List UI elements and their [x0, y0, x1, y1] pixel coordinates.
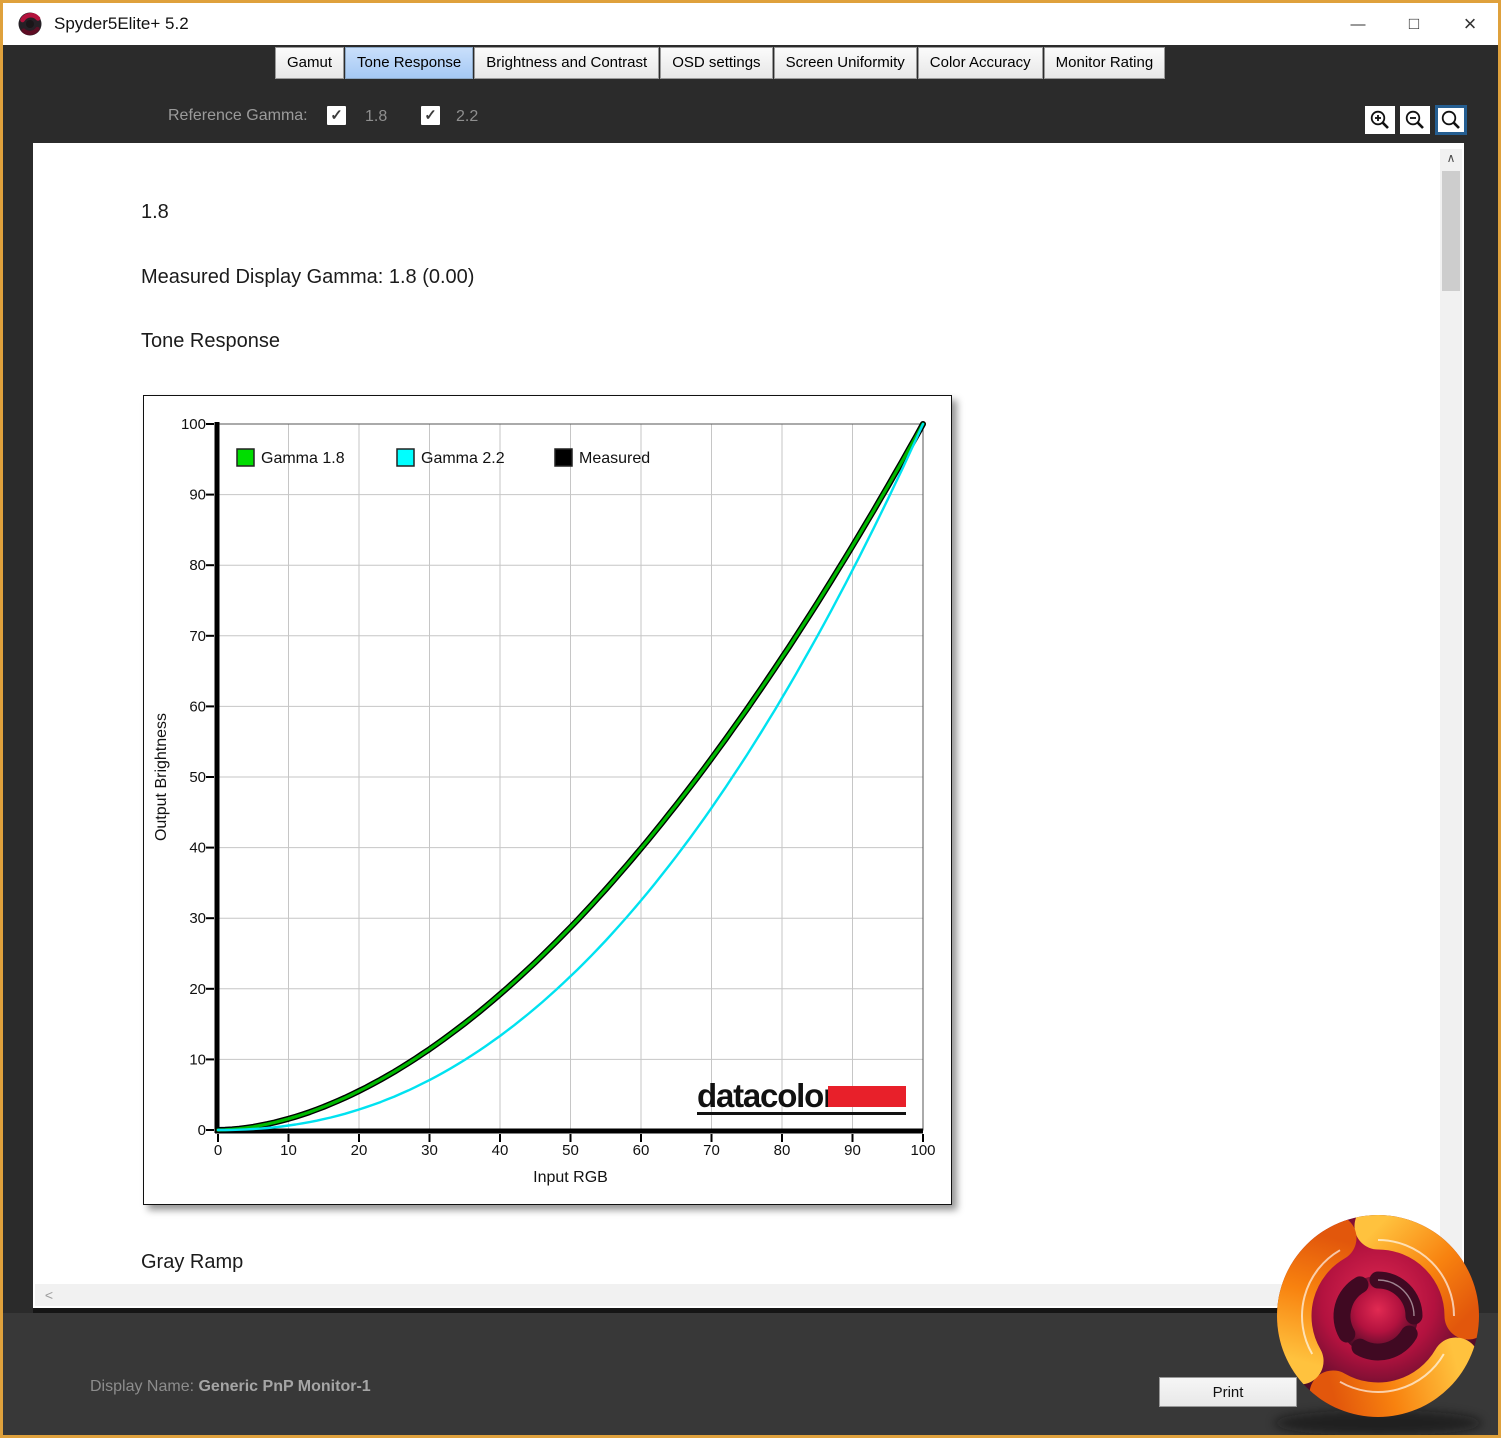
report-panel: 1.8 Measured Display Gamma: 1.8 (0.00) T…	[33, 143, 1464, 1308]
svg-text:60: 60	[633, 1142, 650, 1159]
tab-screen-uniformity[interactable]: Screen Uniformity	[773, 47, 917, 79]
vertical-scrollbar-thumb[interactable]	[1442, 171, 1460, 291]
svg-text:Input RGB: Input RGB	[533, 1169, 608, 1186]
svg-text:Gamma 1.8: Gamma 1.8	[261, 450, 345, 467]
scroll-left-icon[interactable]: <	[39, 1284, 59, 1306]
svg-text:80: 80	[774, 1142, 791, 1159]
svg-text:Output Brightness: Output Brightness	[153, 713, 170, 841]
vertical-scrollbar[interactable]: ∧ ∨	[1440, 149, 1462, 1281]
zoom-reset-icon	[1441, 110, 1460, 129]
svg-text:0: 0	[214, 1142, 222, 1159]
zoom-out-icon	[1405, 110, 1424, 129]
svg-text:100: 100	[910, 1142, 935, 1159]
svg-text:100: 100	[181, 416, 206, 433]
display-name-label: Display Name:	[90, 1378, 195, 1395]
datacolor-sphere-logo	[1274, 1215, 1482, 1436]
tab-bar: Gamut Tone Response Brightness and Contr…	[275, 47, 1166, 79]
tab-monitor-rating[interactable]: Monitor Rating	[1043, 47, 1166, 79]
gamma-1-8-checkbox-label: 1.8	[365, 108, 388, 125]
tab-gamut[interactable]: Gamut	[275, 47, 345, 79]
zoom-reset-button[interactable]	[1435, 105, 1467, 135]
display-name: Display Name: Generic PnP Monitor-1	[90, 1378, 371, 1396]
svg-text:Gamma 2.2: Gamma 2.2	[421, 450, 505, 467]
scroll-up-icon[interactable]: ∧	[1440, 149, 1462, 167]
svg-text:90: 90	[189, 487, 206, 504]
gamma-2-2-checkbox-label: 2.2	[456, 108, 479, 125]
tab-osd-settings[interactable]: OSD settings	[660, 47, 773, 79]
tab-tone-response[interactable]: Tone Response	[345, 47, 474, 79]
svg-text:0: 0	[198, 1122, 206, 1139]
svg-text:10: 10	[189, 1051, 206, 1068]
svg-text:20: 20	[189, 981, 206, 998]
svg-text:20: 20	[351, 1142, 368, 1159]
gamma-value-heading: 1.8	[141, 201, 169, 223]
svg-text:70: 70	[703, 1142, 720, 1159]
svg-text:70: 70	[189, 628, 206, 645]
panel-bottom-edge	[33, 1308, 1464, 1313]
svg-text:60: 60	[189, 698, 206, 715]
tone-response-title: Tone Response	[141, 330, 280, 352]
close-button[interactable]: ×	[1442, 3, 1498, 45]
horizontal-scrollbar[interactable]: < >	[35, 1284, 1437, 1306]
svg-text:40: 40	[189, 840, 206, 857]
gamma-1-8-checkbox[interactable]: ✓	[327, 106, 346, 125]
measured-gamma-text: Measured Display Gamma: 1.8 (0.00)	[141, 266, 475, 288]
svg-text:50: 50	[562, 1142, 579, 1159]
window-controls: — □ ×	[1330, 3, 1498, 45]
tab-color-accuracy[interactable]: Color Accuracy	[917, 47, 1043, 79]
zoom-out-button[interactable]	[1400, 106, 1430, 134]
tone-response-chart: 0 10 20 30 40 50 60 70 80 90 100 0 10 20 30 40 50 60 70 80 9…	[143, 395, 952, 1205]
title-bar: Spyder5Elite+ 5.2 — □ ×	[3, 3, 1498, 45]
svg-text:40: 40	[492, 1142, 509, 1159]
gamma-2-2-checkbox[interactable]: ✓	[421, 106, 440, 125]
tab-brightness-contrast[interactable]: Brightness and Contrast	[474, 47, 660, 79]
svg-text:30: 30	[421, 1142, 438, 1159]
zoom-in-button[interactable]	[1365, 106, 1395, 134]
window-title: Spyder5Elite+ 5.2	[54, 14, 189, 33]
gray-ramp-title: Gray Ramp	[141, 1251, 244, 1273]
minimize-button[interactable]: —	[1330, 3, 1386, 45]
svg-text:50: 50	[189, 769, 206, 786]
check-icon: ✓	[424, 107, 437, 124]
check-icon: ✓	[330, 107, 343, 124]
svg-text:Measured: Measured	[579, 450, 650, 467]
svg-text:datacolor: datacolor	[697, 1077, 836, 1114]
svg-text:10: 10	[280, 1142, 297, 1159]
svg-text:80: 80	[189, 557, 206, 574]
display-name-value: Generic PnP Monitor-1	[198, 1378, 371, 1395]
spyder-app-icon	[18, 12, 42, 36]
zoom-in-icon	[1370, 110, 1389, 129]
svg-text:90: 90	[844, 1142, 861, 1159]
reference-gamma-label: Reference Gamma:	[168, 107, 308, 124]
svg-text:30: 30	[189, 910, 206, 927]
maximize-button[interactable]: □	[1386, 3, 1442, 45]
